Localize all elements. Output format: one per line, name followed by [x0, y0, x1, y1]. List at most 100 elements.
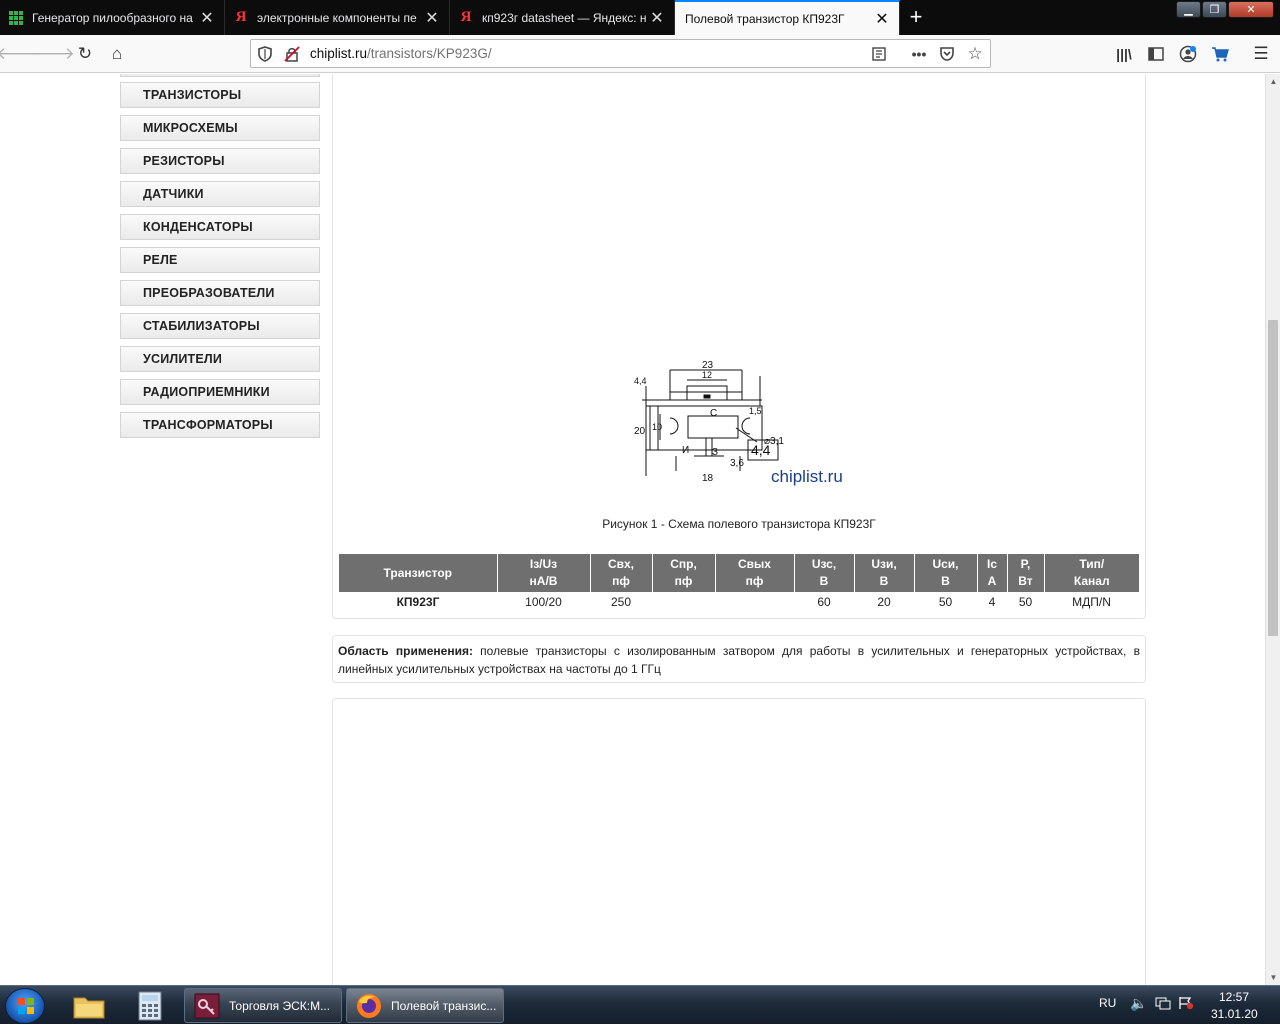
- cart-extension-button[interactable]: [1206, 41, 1234, 67]
- sidebar-item-label: РЕЗИСТОРЫ: [143, 154, 225, 168]
- account-icon: [1179, 45, 1197, 63]
- folder-icon: [73, 997, 105, 1018]
- url-path: /transistors/KP923G/: [367, 46, 492, 61]
- spec-table: Транзистор Iз/Uз нА/В Свх, пф Спр, пф Свых п…: [339, 554, 1139, 612]
- sidebar-item-converters[interactable]: ПРЕОБРАЗОВАТЕЛИ: [120, 280, 320, 306]
- clock-time[interactable]: 12:57: [1219, 990, 1249, 1004]
- restore-icon: ❐: [1209, 4, 1220, 16]
- explorer-taskbar-button[interactable]: [62, 989, 116, 1022]
- language-indicator[interactable]: RU: [1099, 996, 1116, 1010]
- pocket-icon[interactable]: [936, 44, 958, 64]
- close-icon[interactable]: ✕: [646, 7, 668, 29]
- col-header: Тип/Канал: [1044, 554, 1139, 592]
- sidebar-item-relays[interactable]: РЕЛЕ: [120, 247, 320, 273]
- pin-label-gate: З: [712, 447, 718, 458]
- table-cell: 60: [817, 595, 831, 609]
- close-icon[interactable]: ✕: [196, 7, 218, 29]
- task-label: Торговля ЭСК:М...: [229, 998, 331, 1013]
- minimize-button[interactable]: ▁: [1176, 1, 1201, 18]
- grid-favicon-icon: [8, 10, 24, 26]
- reader-view-icon[interactable]: [868, 44, 890, 64]
- sidebar-item-label: РЕЛЕ: [143, 253, 178, 267]
- url-bar[interactable]: chiplist.ru/transistors/KP923G/ ••• ☆: [250, 39, 991, 68]
- application-label: Область применения:: [338, 644, 473, 658]
- insecure-lock-icon[interactable]: [281, 44, 303, 64]
- sidebar-item-stabilizers[interactable]: СТАБИЛИЗАТОРЫ: [120, 313, 320, 339]
- sidebar-item-label: СТАБИЛИЗАТОРЫ: [143, 319, 260, 333]
- sidebar-item-transformers[interactable]: ТРАНСФОРМАТОРЫ: [120, 412, 320, 438]
- tab-1[interactable]: Я электронные компоненты пе ✕: [225, 0, 450, 35]
- col-header: P, Вт: [1007, 554, 1045, 592]
- account-button[interactable]: [1174, 41, 1202, 67]
- col-header-line: пф: [612, 574, 630, 588]
- calculator-taskbar-button[interactable]: [123, 989, 177, 1022]
- sidebar-toggle-button[interactable]: [1142, 41, 1170, 67]
- start-button[interactable]: [5, 988, 45, 1024]
- tab-3-active[interactable]: Полевой транзистор КП923Г ✕: [675, 0, 900, 35]
- close-icon[interactable]: ✕: [421, 7, 443, 29]
- windows-logo-icon: [18, 998, 34, 1014]
- scroll-down-arrow-icon[interactable]: ▼: [1266, 970, 1280, 985]
- table-cell: МДП/N: [1072, 595, 1111, 609]
- sidebar-item-capacitors[interactable]: КОНДЕНСАТОРЫ: [120, 214, 320, 240]
- url-text[interactable]: chiplist.ru/transistors/KP923G/: [310, 46, 492, 61]
- dim-label-18: 18: [702, 473, 714, 484]
- col-header: Iс А: [977, 554, 1008, 592]
- sidebar-item-sensors[interactable]: ДАТЧИКИ: [120, 181, 320, 207]
- col-header-line: Uзи,: [871, 557, 897, 571]
- tab-2[interactable]: Я кп923г datasheet — Яндекс: на ✕: [450, 0, 675, 35]
- home-button[interactable]: ⌂: [103, 41, 131, 67]
- col-header: Спр, пф: [652, 554, 716, 592]
- bookmark-star-icon[interactable]: ☆: [964, 44, 986, 64]
- sidebar-icon: [1148, 47, 1164, 61]
- network-icon[interactable]: [1155, 996, 1171, 1013]
- forward-button[interactable]: 🡒: [29, 41, 75, 67]
- library-icon: |||\: [1116, 46, 1132, 62]
- close-icon[interactable]: ✕: [871, 8, 893, 30]
- tab-title: Генератор пилообразного на: [32, 10, 193, 25]
- table-cell: [652, 592, 715, 612]
- col-header: Свх, пф: [590, 554, 653, 592]
- empty-content-panel: [332, 698, 1146, 985]
- table-cell: 100/20: [525, 595, 562, 609]
- shield-icon[interactable]: [254, 44, 276, 64]
- sidebar-item-transistors[interactable]: ТРАНЗИСТОРЫ: [120, 82, 320, 108]
- task-label: Полевой транзис...: [391, 998, 497, 1013]
- restore-button[interactable]: ❐: [1202, 1, 1227, 18]
- library-button[interactable]: |||\: [1110, 41, 1138, 67]
- minimize-icon: ▁: [1184, 4, 1193, 16]
- figure-caption: Рисунок 1 - Схема полевого транзистора К…: [602, 517, 876, 531]
- scroll-up-arrow-icon[interactable]: ▲: [1266, 74, 1280, 89]
- taskbar-task-firefox[interactable]: Полевой транзис...: [346, 988, 504, 1023]
- sidebar-item-label: УСИЛИТЕЛИ: [143, 352, 223, 366]
- vertical-scrollbar[interactable]: ▲ ▼: [1265, 74, 1280, 985]
- new-tab-button[interactable]: +: [903, 4, 929, 30]
- close-window-button[interactable]: ✕: [1228, 1, 1274, 18]
- application-text: Область применения: полевые транзисторы …: [338, 642, 1140, 678]
- col-header-line: В: [879, 574, 889, 588]
- reload-icon: ↻: [77, 44, 93, 63]
- pin-label-source: И: [682, 445, 689, 456]
- col-header-line: Спр,: [670, 557, 697, 571]
- menu-button[interactable]: ☰: [1247, 41, 1275, 67]
- action-center-flag-icon[interactable]: [1178, 996, 1194, 1013]
- sidebar-item-amplifiers[interactable]: УСИЛИТЕЛИ: [120, 346, 320, 372]
- sidebar-item-ics[interactable]: МИКРОСХЕМЫ: [120, 115, 320, 141]
- table-cell: 50: [1018, 595, 1033, 609]
- table-cell: КП923Г: [396, 595, 440, 609]
- clock-date[interactable]: 31.01.20: [1211, 1007, 1258, 1021]
- sidebar-item-resistors[interactable]: РЕЗИСТОРЫ: [120, 148, 320, 174]
- more-actions-icon[interactable]: •••: [908, 44, 930, 64]
- watermark-logo: chiplist.ru: [771, 467, 843, 486]
- sidebar-item-radio-receivers[interactable]: РАДИОПРИЕМНИКИ: [120, 379, 320, 405]
- taskbar-task-trade-app[interactable]: Торговля ЭСК:М...: [184, 988, 342, 1023]
- col-header: Uси, В: [914, 554, 978, 592]
- reload-button[interactable]: ↻: [71, 41, 99, 67]
- tab-0[interactable]: Генератор пилообразного на ✕: [0, 0, 225, 35]
- tab-title: Полевой транзистор КП923Г: [685, 11, 845, 26]
- scrollbar-thumb[interactable]: [1268, 320, 1278, 636]
- col-header-line: В: [941, 574, 950, 588]
- key-app-icon: [193, 992, 221, 1020]
- volume-icon[interactable]: 🔈: [1130, 995, 1147, 1012]
- col-header-line: Свх,: [607, 557, 635, 571]
